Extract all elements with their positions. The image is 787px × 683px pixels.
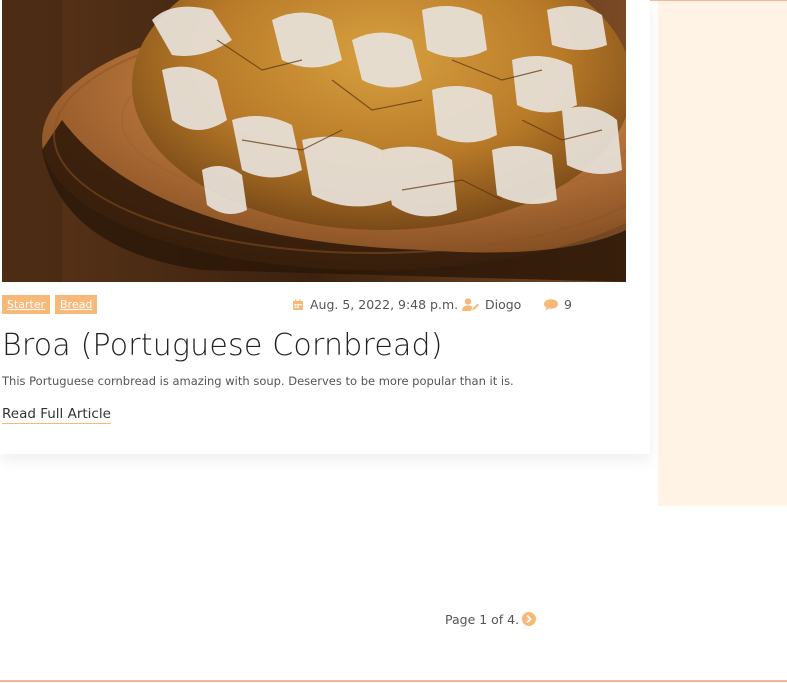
read-full-article-link[interactable]: Read Full Article <box>2 406 111 424</box>
page: Starter Bread Aug. 5, 2022, 9:48 p.m. Di… <box>0 0 787 683</box>
pagination-text: Page 1 of 4. <box>445 612 520 627</box>
post-excerpt: This Portuguese cornbread is amazing wit… <box>2 374 514 388</box>
post-comments: 9 <box>544 296 572 314</box>
cornbread-photo <box>2 0 626 282</box>
comment-count[interactable]: 9 <box>564 297 572 312</box>
tag-bread[interactable]: Bread <box>55 295 98 314</box>
post-author: Diogo <box>462 296 521 314</box>
sidebar-panel <box>658 1 787 506</box>
pagination: Page 1 of 4. <box>445 611 537 629</box>
next-page-button[interactable] <box>522 612 537 626</box>
post-date-text: Aug. 5, 2022, 9:48 p.m. <box>310 297 459 312</box>
post-meta-row: Starter Bread Aug. 5, 2022, 9:48 p.m. Di… <box>2 295 642 315</box>
post-image[interactable] <box>2 0 626 282</box>
user-edit-icon <box>462 298 479 311</box>
footer-divider <box>0 680 787 682</box>
tag-starter[interactable]: Starter <box>2 295 51 314</box>
post-card: Starter Bread Aug. 5, 2022, 9:48 p.m. Di… <box>0 0 650 454</box>
post-title[interactable]: Broa (Portuguese Cornbread) <box>2 328 443 363</box>
post-date: Aug. 5, 2022, 9:48 p.m. <box>292 296 458 314</box>
comment-icon <box>544 299 558 311</box>
calendar-icon <box>293 299 303 310</box>
post-author-name[interactable]: Diogo <box>485 297 521 312</box>
chevron-right-icon <box>526 615 532 623</box>
